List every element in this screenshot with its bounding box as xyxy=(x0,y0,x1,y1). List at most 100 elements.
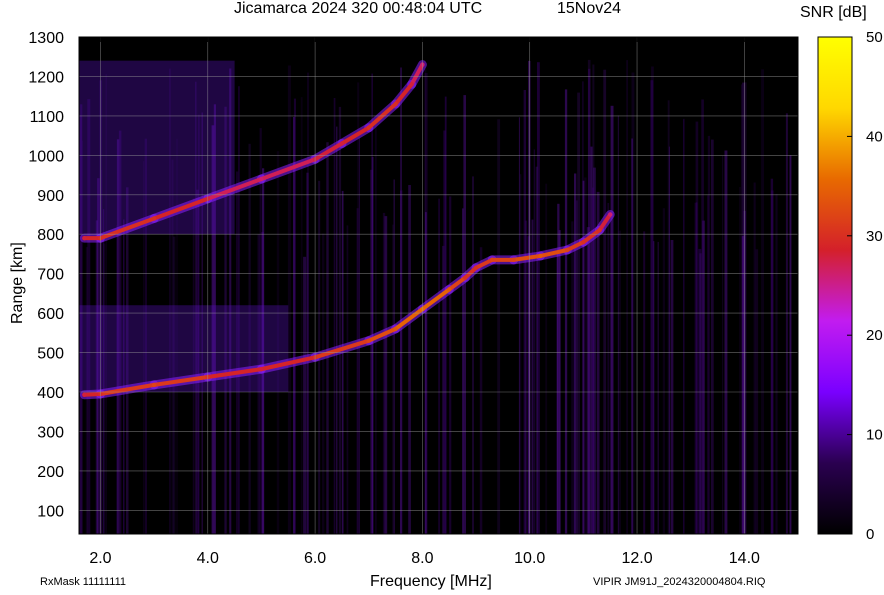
noise-column xyxy=(711,139,714,534)
y-tick-label: 700 xyxy=(37,267,64,284)
noise-column xyxy=(571,221,574,534)
trace-segment xyxy=(82,391,103,397)
noise-column xyxy=(707,135,711,534)
y-tick-label: 400 xyxy=(37,385,64,402)
noise-column xyxy=(424,212,427,534)
noise-column xyxy=(775,193,778,534)
trace-point xyxy=(409,82,414,87)
noise-column xyxy=(479,247,483,534)
noise-column xyxy=(463,95,466,534)
noise-column xyxy=(631,72,635,534)
y-tick-label: 500 xyxy=(37,346,64,363)
noise-column xyxy=(533,149,535,534)
noise-column xyxy=(375,118,377,534)
y-tick-label: 1200 xyxy=(28,69,64,86)
noise-column xyxy=(607,203,610,534)
noise-column xyxy=(393,179,395,534)
trace-point xyxy=(339,141,345,146)
y-tick-label: 900 xyxy=(37,188,64,205)
noise-column xyxy=(535,166,538,534)
trace-point xyxy=(608,212,613,217)
noise-column xyxy=(699,253,702,534)
colorbar-tick-label: 0 xyxy=(866,526,874,543)
noise-column xyxy=(755,249,759,534)
noise-column xyxy=(651,66,654,534)
y-tick-label: 200 xyxy=(37,464,64,481)
noise-column xyxy=(338,106,342,534)
noise-column xyxy=(603,69,607,534)
noise-column xyxy=(449,196,452,534)
noise-column xyxy=(438,198,440,534)
ionogram-plot: 2.0 4.0 6.0 8.0 10.0 12.0 14.01002003004005006… xyxy=(28,29,883,567)
y-tick-label: 300 xyxy=(37,424,64,441)
y-tick-label: 800 xyxy=(37,227,64,244)
trace-point xyxy=(151,382,157,388)
noise-column xyxy=(724,150,728,534)
trace-point xyxy=(473,265,479,270)
noise-column xyxy=(573,234,575,534)
x-tick-label: 2.0 xyxy=(89,550,111,567)
noise-column xyxy=(558,230,561,534)
noise-column xyxy=(668,146,670,534)
noise-column xyxy=(356,208,359,534)
y-tick-label: 1300 xyxy=(28,30,64,47)
noise-column xyxy=(287,65,291,534)
noise-column xyxy=(326,142,329,534)
y-tick-label: 1000 xyxy=(28,148,64,165)
noise-column xyxy=(584,177,587,534)
trace-point xyxy=(511,257,516,263)
noise-column xyxy=(556,251,558,534)
noise-column xyxy=(303,256,307,534)
noise-column xyxy=(545,183,548,534)
y-tick-label: 600 xyxy=(37,306,64,323)
colorbar-tick-label: 50 xyxy=(866,29,883,46)
y-tick-label: 100 xyxy=(37,503,64,520)
trace-point xyxy=(393,101,398,107)
diffuse-echo-upper xyxy=(79,60,235,235)
noise-column xyxy=(741,84,743,534)
colorbar-tick-label: 40 xyxy=(866,128,883,145)
noise-column xyxy=(523,90,526,534)
trace-point xyxy=(366,125,371,130)
noise-column xyxy=(341,190,344,534)
trace-point xyxy=(565,247,570,253)
noise-column xyxy=(528,60,531,534)
noise-column xyxy=(336,126,338,534)
trace-point xyxy=(151,216,157,221)
noise-column xyxy=(722,155,724,534)
x-tick-label: 6.0 xyxy=(304,550,326,567)
x-tick-label: 10.0 xyxy=(514,550,545,567)
noise-column xyxy=(770,178,774,534)
colorbar-tick-label: 10 xyxy=(866,427,883,444)
noise-column xyxy=(307,72,309,534)
noise-column xyxy=(789,155,792,534)
noise-column xyxy=(346,225,349,534)
x-tick-label: 8.0 xyxy=(411,550,433,567)
x-tick-label: 12.0 xyxy=(621,550,652,567)
trace-point xyxy=(447,287,452,292)
trace-point xyxy=(82,235,87,241)
noise-column xyxy=(739,187,741,534)
noise-column xyxy=(610,105,614,534)
noise-column xyxy=(564,89,568,534)
noise-column xyxy=(472,176,474,534)
noise-column xyxy=(384,216,388,534)
trace-point xyxy=(393,326,398,332)
noise-column xyxy=(743,210,746,534)
noise-column xyxy=(322,233,325,534)
noise-column xyxy=(358,137,360,534)
trace-point xyxy=(82,392,87,397)
trace-point xyxy=(538,253,543,259)
trace-point xyxy=(597,228,602,233)
noise-column xyxy=(518,117,520,534)
x-tick-label: 4.0 xyxy=(197,550,219,567)
trace-point xyxy=(489,257,495,263)
noise-column xyxy=(497,119,501,534)
noise-column xyxy=(643,231,646,534)
trace-point xyxy=(366,338,371,343)
noise-column xyxy=(694,202,698,534)
trace-point xyxy=(259,366,264,372)
y-tick-label: 1100 xyxy=(30,109,65,126)
colorbar-tick-label: 20 xyxy=(866,327,883,344)
noise-column xyxy=(626,60,628,534)
